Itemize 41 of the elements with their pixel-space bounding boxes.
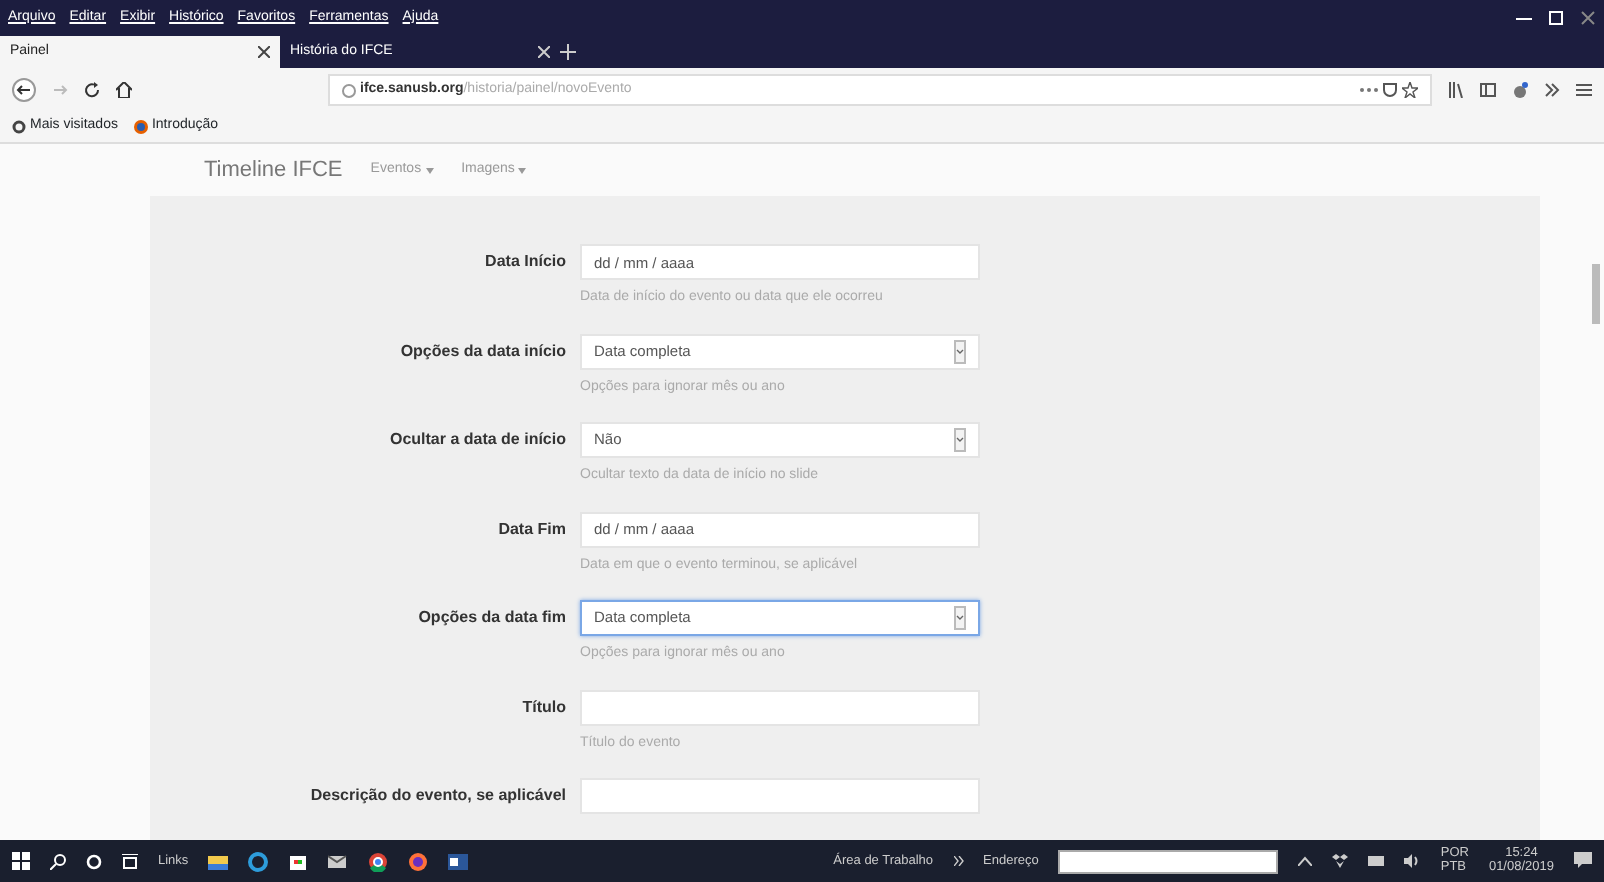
input-field[interactable] bbox=[580, 778, 980, 814]
circle-icon[interactable] bbox=[86, 853, 102, 869]
library-icon[interactable] bbox=[1448, 82, 1464, 98]
mail-icon[interactable] bbox=[328, 851, 349, 871]
search-icon[interactable] bbox=[50, 853, 66, 869]
task-view-icon[interactable] bbox=[122, 853, 138, 869]
field-label: Título bbox=[520, 695, 568, 719]
menu-icon[interactable] bbox=[1576, 82, 1592, 98]
extension-icon[interactable] bbox=[1512, 82, 1528, 98]
close-icon[interactable] bbox=[258, 46, 270, 58]
caret-icon bbox=[425, 167, 434, 173]
document-icon[interactable] bbox=[448, 851, 469, 871]
field-label: Opções da data fim bbox=[416, 606, 568, 630]
home-icon[interactable] bbox=[116, 82, 132, 98]
back-icon[interactable] bbox=[12, 78, 36, 102]
field-label: Opções da data início bbox=[398, 339, 568, 364]
folder-icon[interactable] bbox=[208, 851, 229, 871]
reload-icon[interactable] bbox=[84, 82, 100, 98]
input-field[interactable] bbox=[580, 689, 980, 725]
sidebar-icon[interactable] bbox=[1480, 82, 1496, 98]
globe-icon bbox=[133, 120, 148, 134]
scrollbar-thumb[interactable] bbox=[1592, 264, 1600, 324]
dropbox-icon[interactable] bbox=[1332, 854, 1349, 868]
network-icon[interactable] bbox=[1368, 854, 1385, 868]
more-icon[interactable] bbox=[1360, 86, 1378, 94]
address-input[interactable] bbox=[1058, 849, 1279, 873]
field-label: Data Fim bbox=[496, 517, 568, 541]
site-brand[interactable]: Timeline IFCE bbox=[204, 153, 343, 187]
windows-icon[interactable] bbox=[12, 852, 30, 870]
restore-icon[interactable] bbox=[1548, 10, 1564, 26]
star-icon[interactable] bbox=[1402, 82, 1418, 98]
close-icon[interactable] bbox=[1580, 10, 1596, 26]
chevron-up-icon[interactable] bbox=[1298, 856, 1313, 866]
field-label: Ocultar a data de início bbox=[387, 428, 568, 452]
notification-icon[interactable] bbox=[1574, 852, 1592, 870]
caret-icon bbox=[518, 167, 527, 173]
chevron-icon[interactable] bbox=[954, 339, 966, 363]
overflow-icon[interactable] bbox=[1544, 82, 1560, 98]
speaker-icon[interactable] bbox=[1404, 854, 1421, 868]
field-label: Descrição do evento, se aplicável bbox=[308, 784, 568, 808]
field-label: Data Início bbox=[483, 250, 568, 274]
